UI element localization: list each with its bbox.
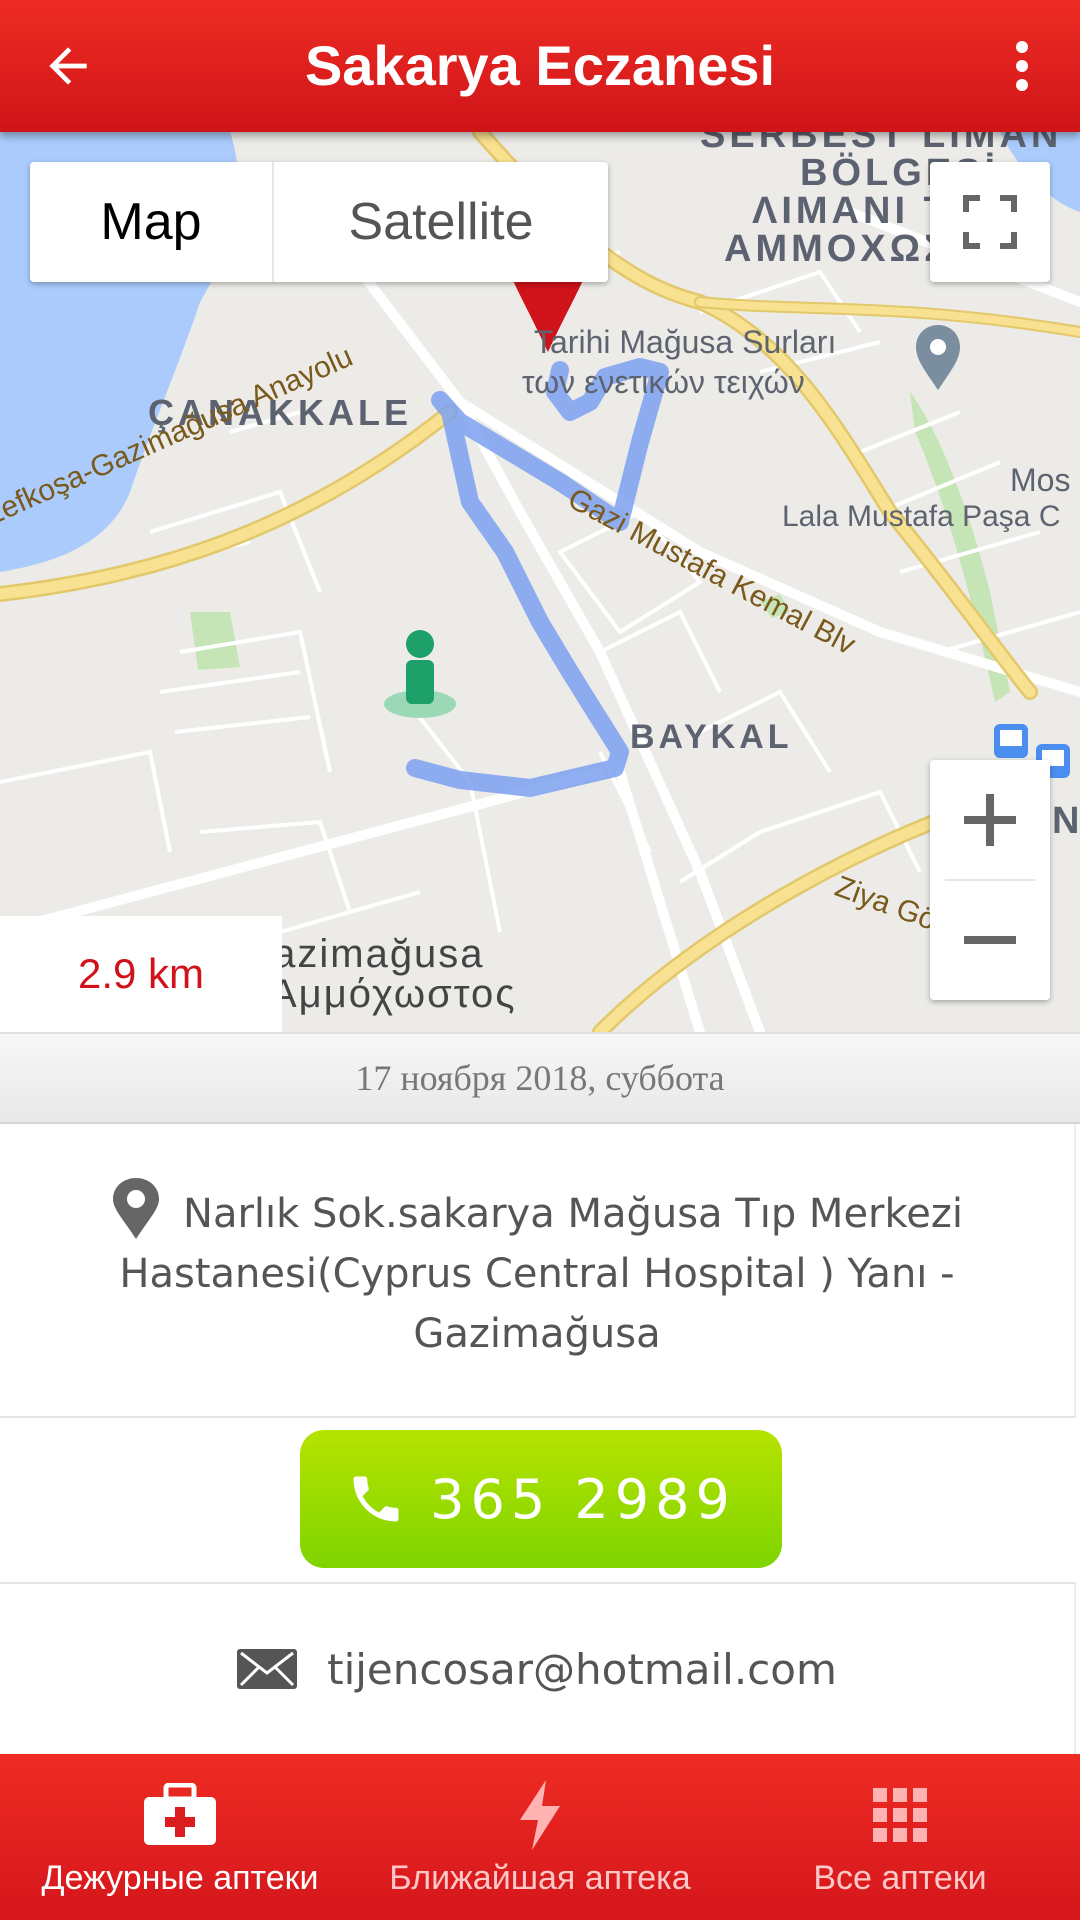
zoom-out-button[interactable] <box>930 880 1050 1000</box>
nav-label: Ближайшая аптека <box>389 1858 691 1897</box>
address-text-block: Narlık Sok.sakarya Mağusa Tıp Merkezi Ha… <box>110 1177 964 1364</box>
nav-all-pharmacies[interactable]: Все аптеки <box>720 1754 1080 1920</box>
overflow-menu-button[interactable] <box>992 26 1052 106</box>
nav-label: Все аптеки <box>813 1858 987 1897</box>
bottom-navigation: Дежурные аптеки Ближайшая аптека Все апт… <box>0 1754 1080 1920</box>
fullscreen-button[interactable] <box>930 162 1050 282</box>
more-vert-icon <box>1016 41 1028 91</box>
map-label: Mos <box>1010 462 1071 498</box>
arrow-left-icon <box>49 47 87 85</box>
map-label: BAYKAL <box>630 718 793 756</box>
nav-nearest-pharmacy[interactable]: Ближайшая аптека <box>360 1754 720 1920</box>
map-label: Lala Mustafa Paşa C <box>782 500 1061 533</box>
map-label: των ενετικών τειχών <box>522 364 805 400</box>
envelope-icon <box>237 1649 298 1689</box>
first-aid-kit-icon <box>144 1782 216 1845</box>
location-pin-icon <box>113 1177 160 1239</box>
map-type-control: Map Satellite <box>30 162 608 282</box>
minus-icon <box>964 936 1016 944</box>
back-button[interactable] <box>28 26 108 106</box>
zoom-in-button[interactable] <box>930 760 1050 880</box>
page-title: Sakarya Eczanesi <box>304 34 776 97</box>
map-type-map-button[interactable]: Map <box>30 162 274 282</box>
phone-icon <box>353 1476 399 1522</box>
map-view[interactable]: SERBEST LİMAN BÖLGESİ ΛΙΜΑΝΙ ΤΗΣ ΑΜΜΟΧΩΣ… <box>0 132 1080 1032</box>
map-label: N <box>1052 800 1080 842</box>
nav-duty-pharmacies[interactable]: Дежурные аптеки <box>0 1754 360 1920</box>
nav-label: Дежурные аптеки <box>41 1858 319 1897</box>
email-address: tijencosar@hotmail.com <box>327 1644 837 1694</box>
phone-section: 365 2989 <box>0 1418 1080 1582</box>
map-label: Αμμόχωστος <box>270 972 517 1016</box>
address-text: Narlık Sok.sakarya Mağusa Tıp Merkezi Ha… <box>119 1190 963 1357</box>
plus-icon <box>964 794 1016 846</box>
email-row[interactable]: tijencosar@hotmail.com <box>0 1582 1076 1754</box>
fullscreen-icon <box>963 195 1017 249</box>
app-root: Sakarya Eczanesi SERBEST LİMAN BÖLGESİ Λ… <box>0 0 1080 1920</box>
call-button[interactable]: 365 2989 <box>300 1430 782 1568</box>
app-header: Sakarya Eczanesi <box>0 0 1080 132</box>
zoom-control <box>930 760 1050 1000</box>
address-card: Narlık Sok.sakarya Mağusa Tıp Merkezi Ha… <box>0 1124 1076 1418</box>
map-type-satellite-button[interactable]: Satellite <box>274 162 608 282</box>
lightning-icon <box>520 1779 560 1850</box>
grid-icon <box>873 1787 927 1842</box>
phone-number: 365 2989 <box>430 1467 736 1531</box>
distance-label: 2.9 km <box>0 916 282 1032</box>
map-label: Tarihi Mağusa Surları <box>534 324 837 360</box>
date-bar: 17 ноября 2018, суббота <box>0 1032 1080 1124</box>
